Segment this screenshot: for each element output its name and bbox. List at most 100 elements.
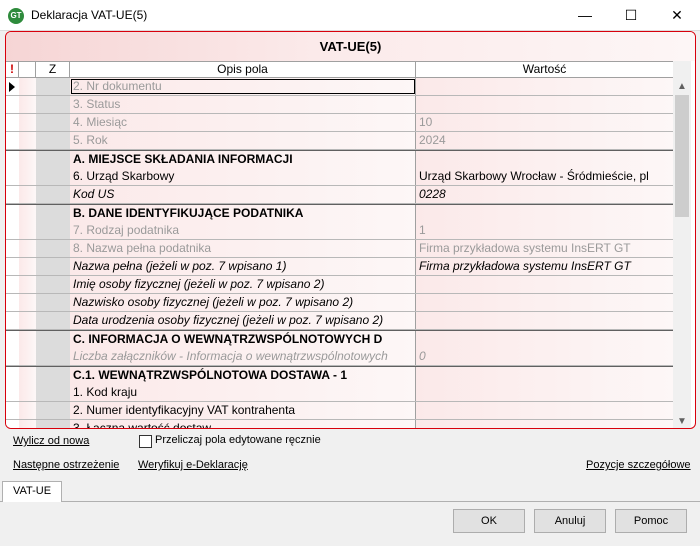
cancel-button[interactable]: Anuluj — [534, 509, 606, 533]
field-value[interactable] — [416, 96, 673, 113]
table-row[interactable]: 8. Nazwa pełna podatnika Firma przykładow… — [6, 240, 673, 258]
row-indicator — [6, 348, 20, 365]
row-cell — [19, 78, 37, 95]
field-description[interactable]: 3. Status — [70, 96, 416, 113]
field-value[interactable]: 10 — [416, 114, 673, 131]
section-title[interactable]: A. MIEJSCE SKŁADANIA INFORMACJI — [70, 151, 416, 168]
field-description[interactable]: Imię osoby fizycznej (jeżeli w poz. 7 wp… — [70, 276, 416, 293]
field-description[interactable]: Nazwisko osoby fizycznej (jeżeli w poz. … — [70, 294, 416, 311]
field-value[interactable] — [416, 276, 673, 293]
field-value[interactable]: 0 — [416, 348, 673, 365]
grid-header: ! Z Opis pola Wartość — [6, 61, 673, 78]
scroll-up-arrow-icon[interactable]: ▲ — [673, 78, 691, 95]
row-indicator — [6, 312, 20, 329]
column-header-z[interactable]: Z — [36, 62, 70, 77]
recalculate-link[interactable]: Wylicz od nowa — [13, 435, 89, 447]
recalc-edited-checkbox[interactable] — [139, 435, 152, 448]
table-row[interactable]: Nazwisko osoby fizycznej (jeżeli w poz. … — [6, 294, 673, 312]
field-value[interactable] — [416, 78, 673, 95]
section-title[interactable]: C. INFORMACJA O WEWNĄTRZWSPÓLNOTOWYCH D — [70, 331, 416, 348]
table-row[interactable]: Nazwa pełna (jeżeli w poz. 7 wpisano 1) F… — [6, 258, 673, 276]
field-value[interactable]: Firma przykładowa systemu InsERT GT — [416, 258, 673, 275]
table-row[interactable]: 3. Łączna wartość dostaw — [6, 420, 673, 428]
row-indicator — [6, 222, 20, 239]
section-header-row[interactable]: C. INFORMACJA O WEWNĄTRZWSPÓLNOTOWYCH D — [6, 330, 673, 348]
row-cell — [19, 420, 37, 428]
z-cell — [36, 205, 71, 222]
row-cell — [19, 402, 37, 419]
section-header-row[interactable]: C.1. WEWNĄTRZWSPÓLNOTOWA DOSTAWA - 1 — [6, 366, 673, 384]
scroll-thumb[interactable] — [675, 95, 689, 217]
window-title: Deklaracja VAT-UE(5) — [31, 8, 148, 22]
table-row[interactable]: Liczba załączników - Informacja o wewnąt… — [6, 348, 673, 366]
column-header-desc[interactable]: Opis pola — [70, 62, 416, 77]
field-value[interactable]: 2024 — [416, 132, 673, 149]
field-description[interactable]: Nazwa pełna (jeżeli w poz. 7 wpisano 1) — [70, 258, 416, 275]
title-bar: GT Deklaracja VAT-UE(5) — ☐ ✕ — [0, 0, 700, 31]
field-value[interactable] — [416, 402, 673, 419]
field-description[interactable]: 7. Rodzaj podatnika — [70, 222, 416, 239]
field-value[interactable] — [416, 420, 673, 428]
row-cell — [19, 367, 37, 384]
recalc-edited-label[interactable]: Przeliczaj pola edytowane ręcznie — [155, 434, 321, 446]
verify-edeclaration-link[interactable]: Weryfikuj e-Deklarację — [138, 459, 248, 471]
field-value[interactable]: Urząd Skarbowy Wrocław - Śródmieście, pl — [416, 168, 673, 185]
row-indicator — [6, 294, 20, 311]
field-description[interactable]: Data urodzenia osoby fizycznej (jeżeli w… — [70, 312, 416, 329]
section-title[interactable]: B. DANE IDENTYFIKUJĄCE PODATNIKA — [70, 205, 416, 222]
next-warning-link[interactable]: Następne ostrzeżenie — [13, 459, 119, 471]
ok-button[interactable]: OK — [453, 509, 525, 533]
row-indicator — [6, 276, 20, 293]
field-value[interactable]: Firma przykładowa systemu InsERT GT — [416, 240, 673, 257]
field-value[interactable] — [416, 294, 673, 311]
table-row[interactable]: Kod US 0228 — [6, 186, 673, 204]
field-value[interactable]: 0228 — [416, 186, 673, 203]
table-row[interactable]: 4. Miesiąc 10 — [6, 114, 673, 132]
z-cell — [36, 348, 71, 365]
section-header-row[interactable]: A. MIEJSCE SKŁADANIA INFORMACJI — [6, 150, 673, 168]
field-description[interactable]: 3. Łączna wartość dostaw — [70, 420, 416, 428]
grid-rows: 2. Nr dokumentu 3. Status 4. Miesiąc 10 5… — [6, 78, 673, 428]
field-description[interactable]: 5. Rok — [70, 132, 416, 149]
row-indicator — [6, 96, 20, 113]
field-description[interactable]: 6. Urząd Skarbowy — [70, 168, 416, 185]
field-value[interactable] — [416, 312, 673, 329]
field-value[interactable]: 1 — [416, 222, 673, 239]
field-description[interactable]: 2. Numer identyfikacyjny VAT kontrahenta — [70, 402, 416, 419]
table-row[interactable]: Data urodzenia osoby fizycznej (jeżeli w… — [6, 312, 673, 330]
field-description[interactable]: 1. Kod kraju — [70, 384, 416, 401]
minimize-button[interactable]: — — [562, 0, 608, 30]
column-header-value[interactable]: Wartość — [416, 62, 673, 77]
field-description[interactable]: 2. Nr dokumentu — [70, 78, 416, 95]
vertical-scrollbar[interactable]: ▲ ▼ — [673, 61, 691, 428]
maximize-button[interactable]: ☐ — [608, 0, 654, 30]
table-row[interactable]: 2. Nr dokumentu — [6, 78, 673, 96]
field-description[interactable]: 8. Nazwa pełna podatnika — [70, 240, 416, 257]
table-row[interactable]: 6. Urząd Skarbowy Urząd Skarbowy Wrocław … — [6, 168, 673, 186]
declaration-form-frame: VAT-UE(5) ! Z Opis pola Wartość 2. Nr do… — [5, 31, 696, 429]
z-cell — [36, 132, 71, 149]
z-cell — [36, 384, 71, 401]
row-cell — [19, 151, 37, 168]
tab-strip: VAT-UE — [0, 481, 700, 502]
form-title: VAT-UE(5) — [6, 32, 695, 61]
table-row[interactable]: 3. Status — [6, 96, 673, 114]
table-row[interactable]: 2. Numer identyfikacyjny VAT kontrahenta — [6, 402, 673, 420]
detail-items-link[interactable]: Pozycje szczegółowe — [586, 459, 691, 471]
table-row[interactable]: 7. Rodzaj podatnika 1 — [6, 222, 673, 240]
section-title[interactable]: C.1. WEWNĄTRZWSPÓLNOTOWA DOSTAWA - 1 — [70, 367, 416, 384]
tab-vat-ue[interactable]: VAT-UE — [2, 481, 62, 502]
field-description[interactable]: Liczba załączników - Informacja o wewnąt… — [70, 348, 416, 365]
section-header-row[interactable]: B. DANE IDENTYFIKUJĄCE PODATNIKA — [6, 204, 673, 222]
row-cell — [19, 222, 37, 239]
table-row[interactable]: 5. Rok 2024 — [6, 132, 673, 150]
close-button[interactable]: ✕ — [654, 0, 700, 30]
field-description[interactable]: 4. Miesiąc — [70, 114, 416, 131]
table-row[interactable]: Imię osoby fizycznej (jeżeli w poz. 7 wp… — [6, 276, 673, 294]
field-description[interactable]: Kod US — [70, 186, 416, 203]
field-value[interactable] — [416, 384, 673, 401]
help-button[interactable]: Pomoc — [615, 509, 687, 533]
row-cell — [19, 96, 37, 113]
scroll-down-arrow-icon[interactable]: ▼ — [673, 413, 691, 428]
table-row[interactable]: 1. Kod kraju — [6, 384, 673, 402]
